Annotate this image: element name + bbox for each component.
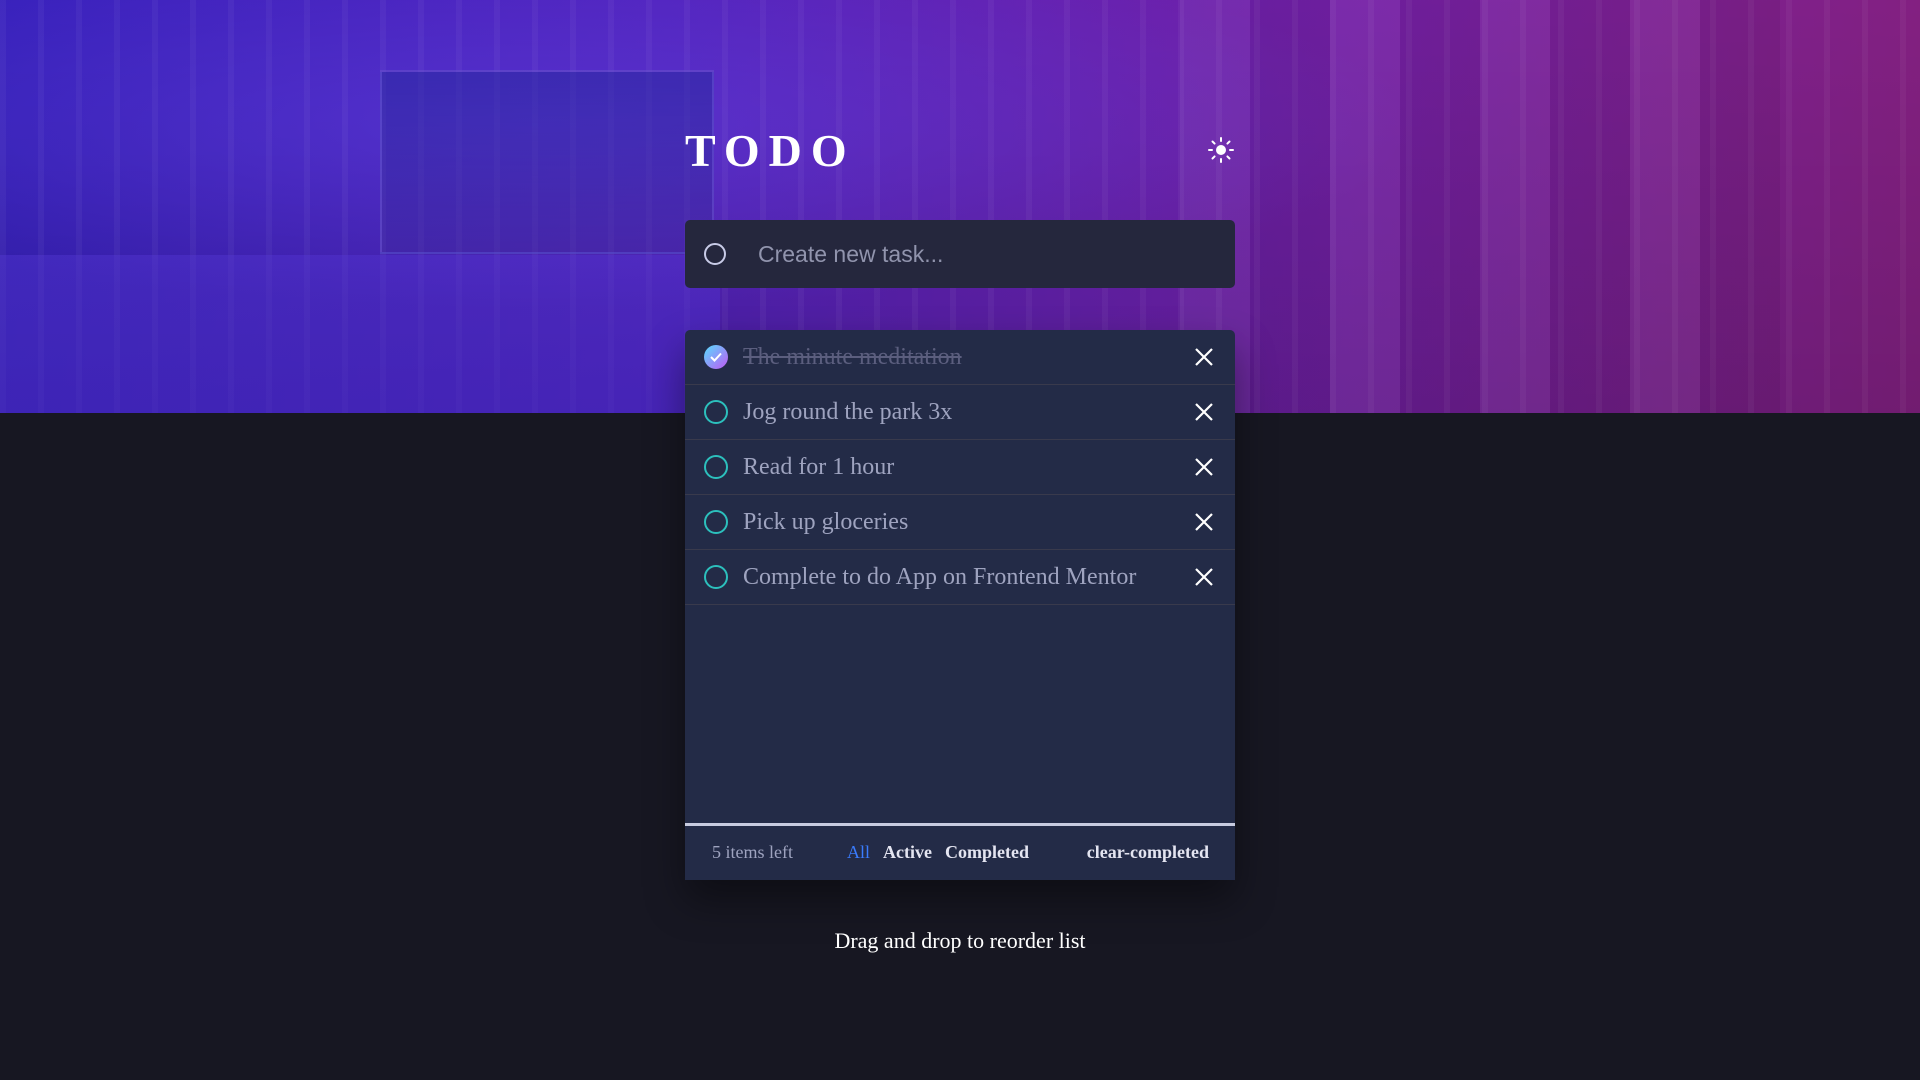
reorder-hint: Drag and drop to reorder list <box>834 928 1086 953</box>
todo-text: Read for 1 hour <box>743 453 895 480</box>
hero-pillars-detail <box>1180 0 1780 413</box>
todo-item[interactable]: Complete to do App on Frontend Mentor <box>685 550 1235 605</box>
todo-item[interactable]: Read for 1 hour <box>685 440 1235 495</box>
todo-text: Jog round the park 3x <box>743 398 953 425</box>
todo-text: Pick up gloceries <box>743 508 909 535</box>
checkbox-icon[interactable] <box>704 400 728 424</box>
todo-list: The minute meditation Jog round the park… <box>685 330 1235 880</box>
delete-icon[interactable] <box>1193 456 1215 478</box>
new-task-circle-icon <box>704 243 726 265</box>
hero-floor-detail <box>0 255 720 413</box>
sun-icon[interactable] <box>1207 136 1235 164</box>
new-task-bar <box>685 220 1235 288</box>
delete-icon[interactable] <box>1193 346 1215 368</box>
delete-icon[interactable] <box>1193 511 1215 533</box>
app-header: TODO <box>685 118 1235 178</box>
todo-item[interactable]: Jog round the park 3x <box>685 385 1235 440</box>
delete-icon[interactable] <box>1193 566 1215 588</box>
filter-completed[interactable]: Completed <box>945 842 1029 863</box>
checkbox-checked-icon[interactable] <box>704 345 728 369</box>
todo-text: Complete to do App on Frontend Mentor <box>743 563 1137 590</box>
list-footer: 5 items left All Active Completed clear-… <box>685 823 1235 879</box>
checkbox-icon[interactable] <box>704 455 728 479</box>
new-task-input[interactable] <box>756 233 1200 275</box>
todo-item[interactable]: Pick up gloceries <box>685 495 1235 550</box>
filter-all[interactable]: All <box>847 842 870 863</box>
filter-active[interactable]: Active <box>883 842 932 863</box>
checkbox-icon[interactable] <box>704 510 728 534</box>
clear-completed-button[interactable]: clear-completed <box>1087 842 1209 863</box>
todo-text: The minute meditation <box>743 343 962 370</box>
checkbox-icon[interactable] <box>704 565 728 589</box>
items-left-count: 5 items left <box>712 842 793 862</box>
filter-group: All Active Completed <box>847 842 1029 863</box>
delete-icon[interactable] <box>1193 401 1215 423</box>
page-title: TODO <box>685 125 856 176</box>
hero-corridor-detail <box>380 70 714 254</box>
todo-item[interactable]: The minute meditation <box>685 330 1235 385</box>
